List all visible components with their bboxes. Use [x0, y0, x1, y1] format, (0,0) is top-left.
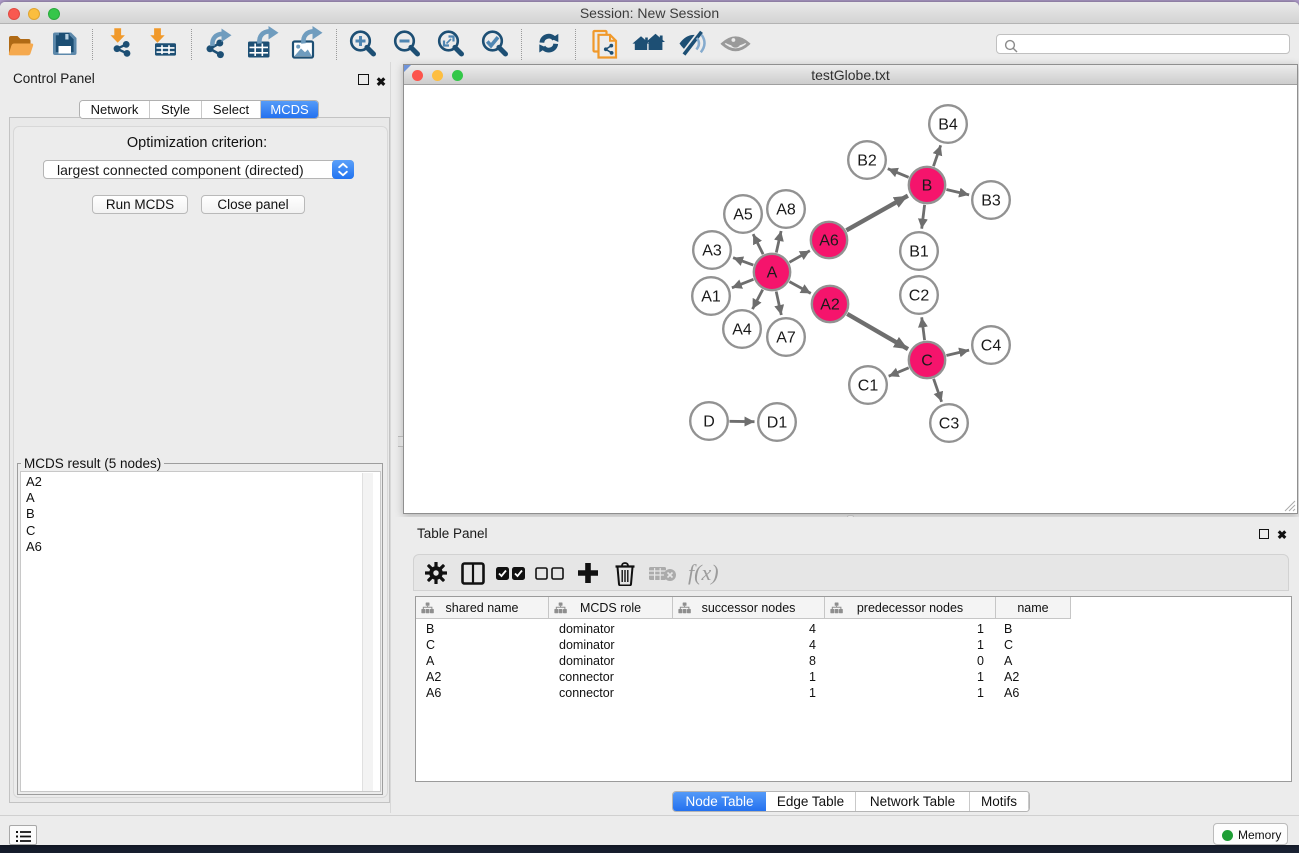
svg-text:C4: C4	[981, 338, 1002, 355]
svg-text:C: C	[921, 353, 933, 370]
svg-text:B2: B2	[857, 153, 877, 170]
svg-text:B: B	[922, 178, 933, 195]
svg-text:D: D	[703, 414, 715, 431]
svg-text:A6: A6	[819, 233, 839, 250]
svg-text:C1: C1	[858, 378, 879, 395]
svg-text:A: A	[767, 265, 778, 282]
svg-text:A8: A8	[776, 202, 796, 219]
svg-text:A5: A5	[733, 207, 753, 224]
svg-text:A4: A4	[732, 322, 752, 339]
svg-text:A1: A1	[701, 289, 721, 306]
svg-text:B3: B3	[981, 193, 1001, 210]
svg-text:D1: D1	[767, 415, 788, 432]
svg-text:A3: A3	[702, 243, 722, 260]
svg-text:A7: A7	[776, 330, 796, 347]
svg-text:B1: B1	[909, 244, 929, 261]
svg-text:A2: A2	[820, 297, 840, 314]
svg-text:C2: C2	[909, 288, 930, 305]
svg-text:C3: C3	[939, 416, 960, 433]
svg-text:B4: B4	[938, 117, 958, 134]
